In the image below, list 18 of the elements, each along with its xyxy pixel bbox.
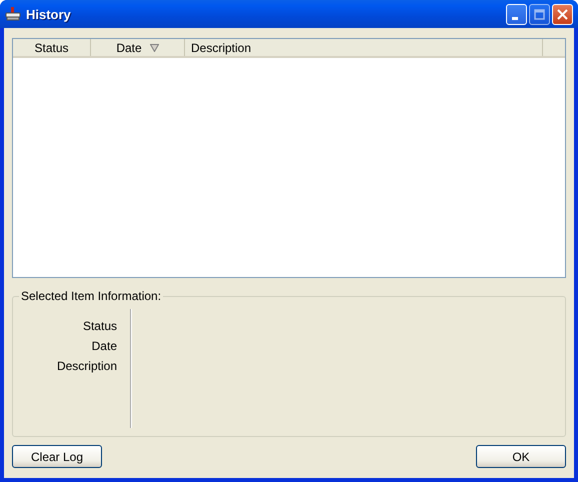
field-label: Status	[82, 319, 117, 333]
window-title: History	[26, 6, 72, 22]
history-list[interactable]: Status Date Description	[12, 38, 566, 278]
column-header[interactable]: Date	[91, 39, 185, 56]
app-icon	[5, 6, 21, 22]
field-label: Date	[92, 339, 117, 353]
column-header[interactable]: Status	[13, 39, 91, 56]
field-label: Description	[56, 359, 117, 373]
minimize-icon	[512, 16, 518, 20]
minimize-button[interactable]	[506, 4, 527, 24]
group-title: Selected Item Information:	[19, 289, 164, 303]
maximize-icon	[534, 8, 545, 20]
ok-button[interactable]: OK	[476, 445, 566, 468]
maximize-button[interactable]	[529, 4, 550, 24]
column-header[interactable]: Description	[185, 39, 543, 56]
close-icon	[557, 8, 568, 20]
clear-log-button[interactable]: Clear Log	[12, 445, 102, 468]
close-button[interactable]	[552, 4, 573, 24]
